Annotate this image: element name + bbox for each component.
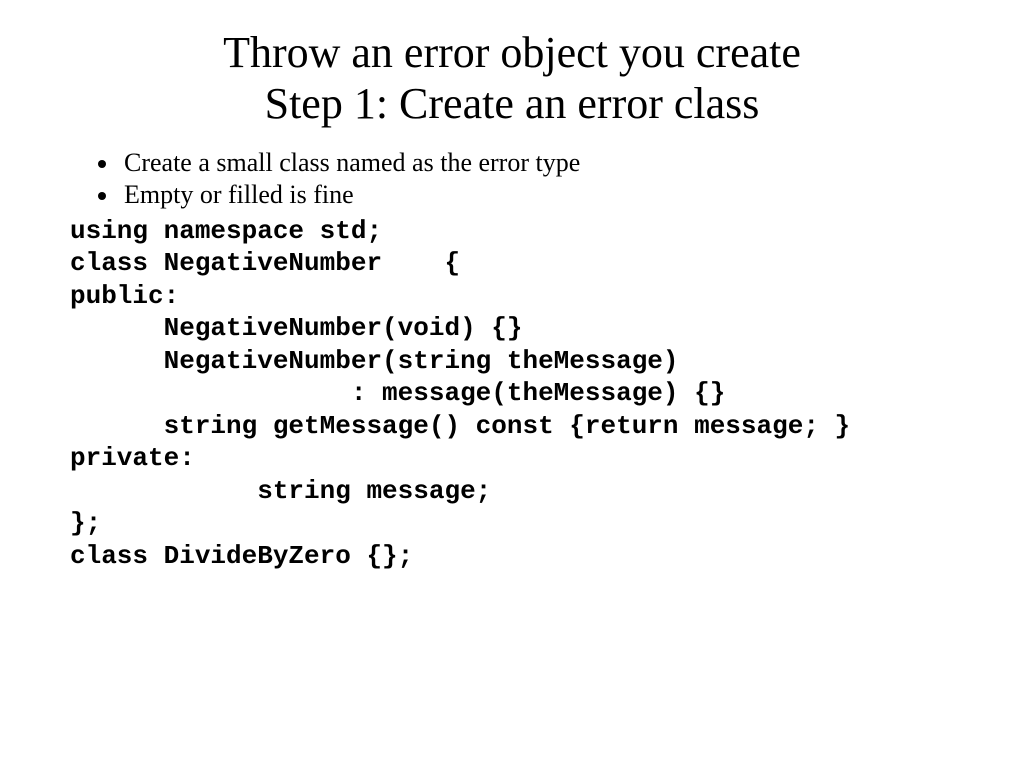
list-item: Create a small class named as the error … <box>120 147 954 179</box>
title-line-1: Throw an error object you create <box>223 28 801 77</box>
code-line: using namespace std; <box>70 216 382 246</box>
code-line: class DivideByZero {}; <box>70 541 413 571</box>
code-line: class NegativeNumber { <box>70 248 460 278</box>
code-block: using namespace std; class NegativeNumbe… <box>70 215 954 573</box>
code-line: }; <box>70 508 101 538</box>
bullet-list: Create a small class named as the error … <box>70 147 954 210</box>
code-line: private: <box>70 443 195 473</box>
code-line: string message; <box>70 476 491 506</box>
title-line-2: Step 1: Create an error class <box>265 79 760 128</box>
code-line: : message(theMessage) {} <box>70 378 725 408</box>
code-line: public: <box>70 281 179 311</box>
slide: Throw an error object you create Step 1:… <box>0 0 1024 768</box>
list-item: Empty or filled is fine <box>120 179 954 211</box>
code-line: NegativeNumber(void) {} <box>70 313 522 343</box>
slide-title: Throw an error object you create Step 1:… <box>70 28 954 129</box>
code-line: string getMessage() const {return messag… <box>70 411 850 441</box>
code-line: NegativeNumber(string theMessage) <box>70 346 679 376</box>
